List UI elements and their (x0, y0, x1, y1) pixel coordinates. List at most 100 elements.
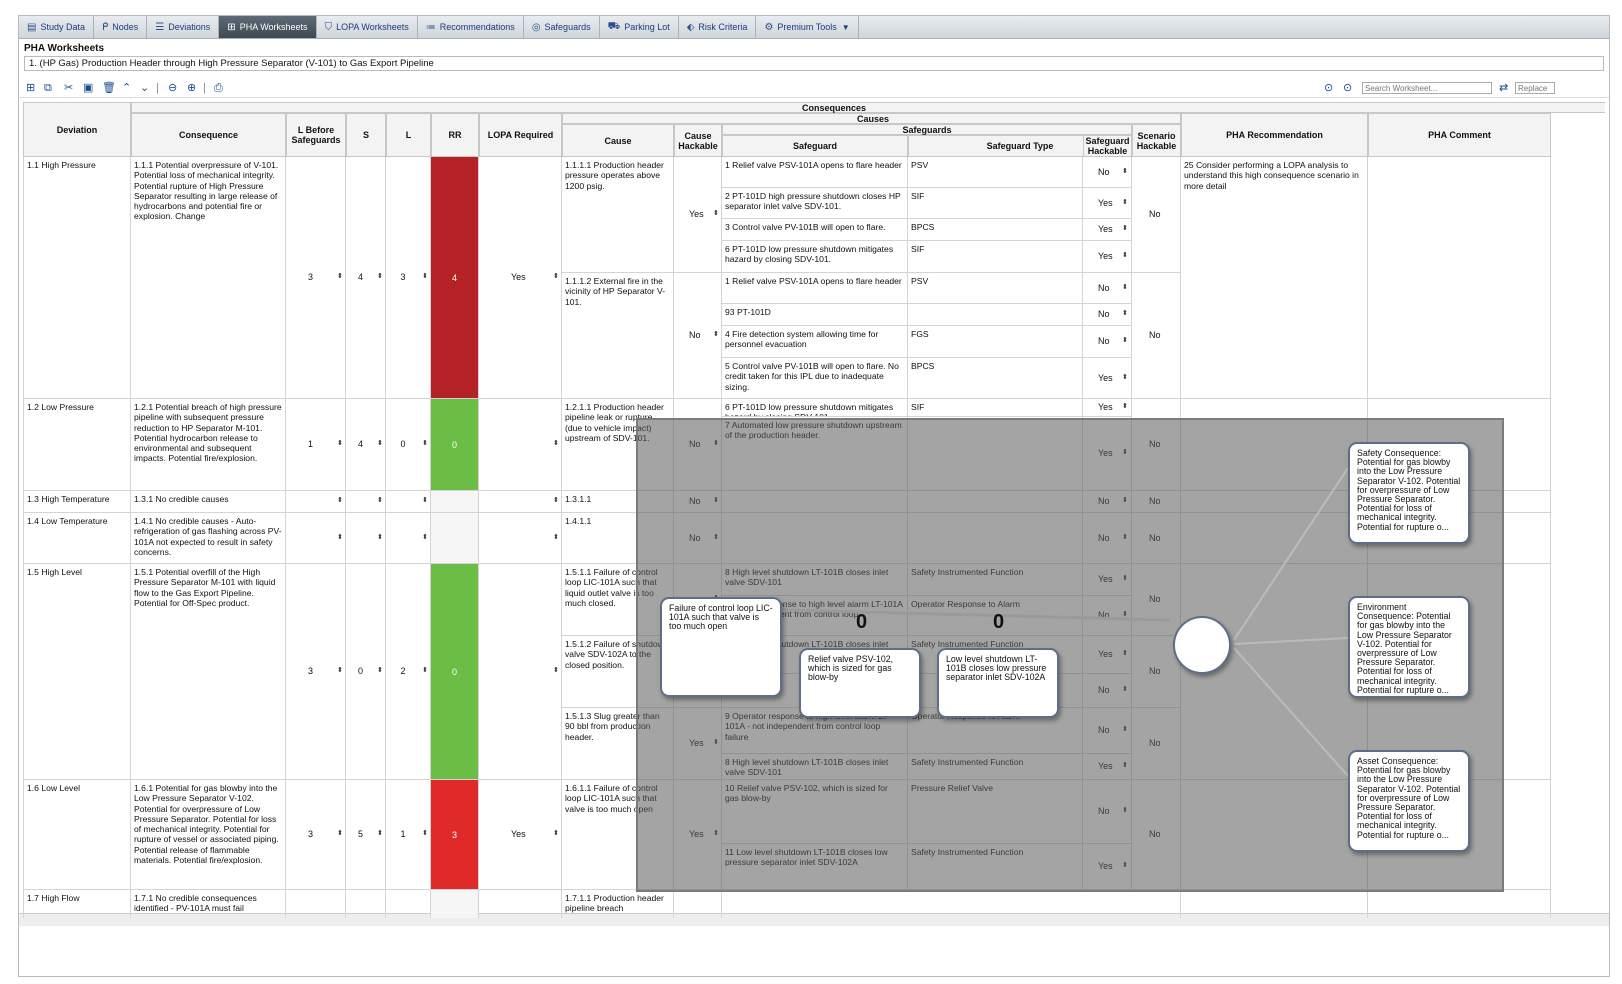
consequence-cell[interactable]: 1.7.1 No credible consequences identifie… (131, 890, 286, 918)
cause-cell[interactable]: 1.1.1.2 External fire in the vicinity of… (562, 273, 674, 399)
header-l-before-safeguards[interactable]: L Before Safeguards (286, 113, 346, 157)
deviation-cell[interactable]: 1.6 Low Level (23, 780, 131, 890)
risk-lbs-spinner-icon[interactable]: ⬍ (337, 533, 343, 541)
header-scenario-hackable[interactable]: Scenario Hackable (1132, 124, 1181, 157)
risk-lbs-spinner-icon[interactable]: ⬍ (337, 496, 343, 504)
cut-icon[interactable]: ✂ (64, 82, 73, 95)
header-cause-hackable[interactable]: Cause Hackable (674, 124, 722, 157)
safeguard-type-cell[interactable]: PSV (908, 273, 1083, 304)
risk-l-spinner-icon[interactable]: ⬍ (422, 272, 428, 280)
lopa-spinner-icon[interactable]: ⬍ (553, 829, 559, 837)
tab-recommendations[interactable]: ≔ Recommendations (418, 16, 524, 38)
header-safeguard[interactable]: Safeguard (722, 135, 908, 157)
safeguard-hackable-spinner-icon[interactable]: ⬍ (1122, 402, 1128, 410)
cause-hackable-spinner-icon[interactable]: ⬍ (713, 209, 719, 217)
header-pha-comment[interactable]: PHA Comment (1368, 113, 1551, 157)
bowtie-barrier-bubble-2[interactable]: Low level shutdown LT-101B closes low pr… (937, 648, 1059, 718)
pha-comment-cell[interactable] (1368, 157, 1551, 399)
tab-risk-criteria[interactable]: ⬖ Risk Criteria (679, 16, 757, 38)
bowtie-environment-consequence[interactable]: Environment Consequence: Potential for g… (1348, 596, 1470, 698)
tab-safeguards[interactable]: ◎ Safeguards (524, 16, 600, 38)
safeguard-hackable-spinner-icon[interactable]: ⬍ (1122, 167, 1128, 175)
risk-cell-s[interactable] (346, 890, 386, 918)
tab-pha-worksheets[interactable]: ⊞ PHA Worksheets (219, 16, 317, 38)
lopa-spinner-icon[interactable]: ⬍ (553, 439, 559, 447)
paste-icon[interactable]: ▣ (83, 82, 93, 95)
safeguard-cell[interactable]: 6 PT-101D low pressure shutdown mitigate… (722, 399, 908, 417)
safeguard-type-cell[interactable]: SIF (908, 241, 1083, 273)
deviation-cell[interactable]: 1.4 Low Temperature (23, 513, 131, 564)
risk-lbs-spinner-icon[interactable]: ⬍ (337, 829, 343, 837)
header-s[interactable]: S (346, 113, 386, 157)
risk-l-spinner-icon[interactable]: ⬍ (422, 829, 428, 837)
scroll-up-icon[interactable]: ⊙ (1324, 82, 1333, 95)
safeguard-cell[interactable]: 1 Relief valve PSV-101A opens to flare h… (722, 273, 908, 304)
risk-s-spinner-icon[interactable]: ⬍ (377, 666, 383, 674)
lopa-required-cell[interactable] (479, 513, 562, 564)
lopa-spinner-icon[interactable]: ⬍ (553, 496, 559, 504)
deviation-cell[interactable]: 1.2 Low Pressure (23, 399, 131, 491)
deviation-cell[interactable]: 1.5 High Level (23, 564, 131, 780)
header-l[interactable]: L (386, 113, 431, 157)
move-up-icon[interactable]: ⌃ (122, 82, 131, 95)
bowtie-asset-consequence[interactable]: Asset Consequence: Potential for gas blo… (1348, 750, 1470, 852)
safeguard-type-cell[interactable]: FGS (908, 326, 1083, 358)
risk-lbs-spinner-icon[interactable]: ⬍ (337, 439, 343, 447)
risk-l-spinner-icon[interactable]: ⬍ (422, 666, 428, 674)
bowtie-cause-bubble[interactable]: Failure of control loop LIC-101A such th… (660, 597, 782, 697)
bowtie-top-event[interactable] (1173, 616, 1231, 674)
risk-s-spinner-icon[interactable]: ⬍ (377, 496, 383, 504)
safeguard-type-cell[interactable]: SIF (908, 188, 1083, 219)
tab-lopa-worksheets[interactable]: ⛉ LOPA Worksheets (317, 16, 418, 38)
safeguard-hackable-spinner-icon[interactable]: ⬍ (1122, 251, 1128, 259)
safeguard-hackable-spinner-icon[interactable]: ⬍ (1122, 283, 1128, 291)
delete-icon[interactable]: 🗑 (102, 82, 116, 95)
deviation-cell[interactable]: 1.7 High Flow (23, 890, 131, 918)
lopa-required-cell[interactable] (479, 491, 562, 513)
risk-s-spinner-icon[interactable]: ⬍ (377, 533, 383, 541)
risk-s-spinner-icon[interactable]: ⬍ (377, 439, 383, 447)
safeguard-hackable-spinner-icon[interactable]: ⬍ (1122, 373, 1128, 381)
safeguard-cell[interactable]: 2 PT-101D high pressure shutdown closes … (722, 188, 908, 219)
bowtie-safety-consequence[interactable]: Safety Consequence: Potential for gas bl… (1348, 442, 1470, 544)
risk-s-spinner-icon[interactable]: ⬍ (377, 272, 383, 280)
consequence-cell[interactable]: 1.3.1 No credible causes (131, 491, 286, 513)
risk-s-spinner-icon[interactable]: ⬍ (377, 829, 383, 837)
bowtie-barrier-bubble-1[interactable]: Relief valve PSV-102, which is sized for… (799, 648, 921, 718)
zoom-out-icon[interactable]: ⊖ (168, 82, 177, 95)
lopa-required-cell[interactable] (479, 890, 562, 918)
tab-study-data[interactable]: ▤ Study Data (19, 16, 94, 38)
safeguard-cell[interactable]: 5 Control valve PV-101B will open to fla… (722, 358, 908, 399)
safeguard-cell[interactable]: 4 Fire detection system allowing time fo… (722, 326, 908, 358)
cause-cell[interactable]: 1.7.1.1 Production header pipeline breac… (562, 890, 674, 918)
cause-hackable-spinner-icon[interactable]: ⬍ (713, 330, 719, 338)
safeguard-hackable-spinner-icon[interactable]: ⬍ (1122, 224, 1128, 232)
risk-l-spinner-icon[interactable]: ⬍ (422, 533, 428, 541)
safeguard-cell[interactable]: 6 PT-101D low pressure shutdown mitigate… (722, 241, 908, 273)
tab-premium-tools[interactable]: ⚙ Premium Tools ▼ (756, 16, 859, 38)
safeguard-type-cell[interactable]: BPCS (908, 219, 1083, 241)
safeguard-cell[interactable]: 3 Control valve PV-101B will open to fla… (722, 219, 908, 241)
node-selector[interactable]: 1. (HP Gas) Production Header through Hi… (24, 56, 1604, 71)
cause-cell[interactable]: 1.1.1.1 Production header pressure opera… (562, 157, 674, 273)
header-lopa-required[interactable]: LOPA Required (479, 113, 562, 157)
safeguard-type-cell[interactable]: PSV (908, 157, 1083, 188)
safeguard-type-cell[interactable] (908, 304, 1083, 326)
risk-l-spinner-icon[interactable]: ⬍ (422, 496, 428, 504)
safeguard-hackable-spinner-icon[interactable]: ⬍ (1122, 336, 1128, 344)
lopa-spinner-icon[interactable]: ⬍ (553, 666, 559, 674)
safeguard-type-cell[interactable]: SIF (908, 399, 1083, 417)
copy-row-icon[interactable]: ⧉ (44, 82, 52, 95)
header-pha-recommendation[interactable]: PHA Recommendation (1181, 113, 1368, 157)
header-consequence[interactable]: Consequence (131, 113, 286, 157)
consequence-cell[interactable]: 1.4.1 No credible causes - Auto-refriger… (131, 513, 286, 564)
move-down-icon[interactable]: ⌄ (140, 82, 149, 95)
tab-nodes[interactable]: ᑭ Nodes (94, 16, 148, 38)
search-worksheet-input[interactable]: Search Worksheet... (1362, 82, 1492, 94)
pha-comment-cell[interactable] (1368, 890, 1551, 918)
risk-cell-lbs[interactable] (286, 890, 346, 918)
lopa-required-cell[interactable] (479, 399, 562, 491)
pha-recommendation-cell[interactable] (1181, 890, 1368, 918)
zoom-in-icon[interactable]: ⊕ (187, 82, 196, 95)
pha-recommendation-cell[interactable]: 25 Consider performing a LOPA analysis t… (1181, 157, 1368, 399)
